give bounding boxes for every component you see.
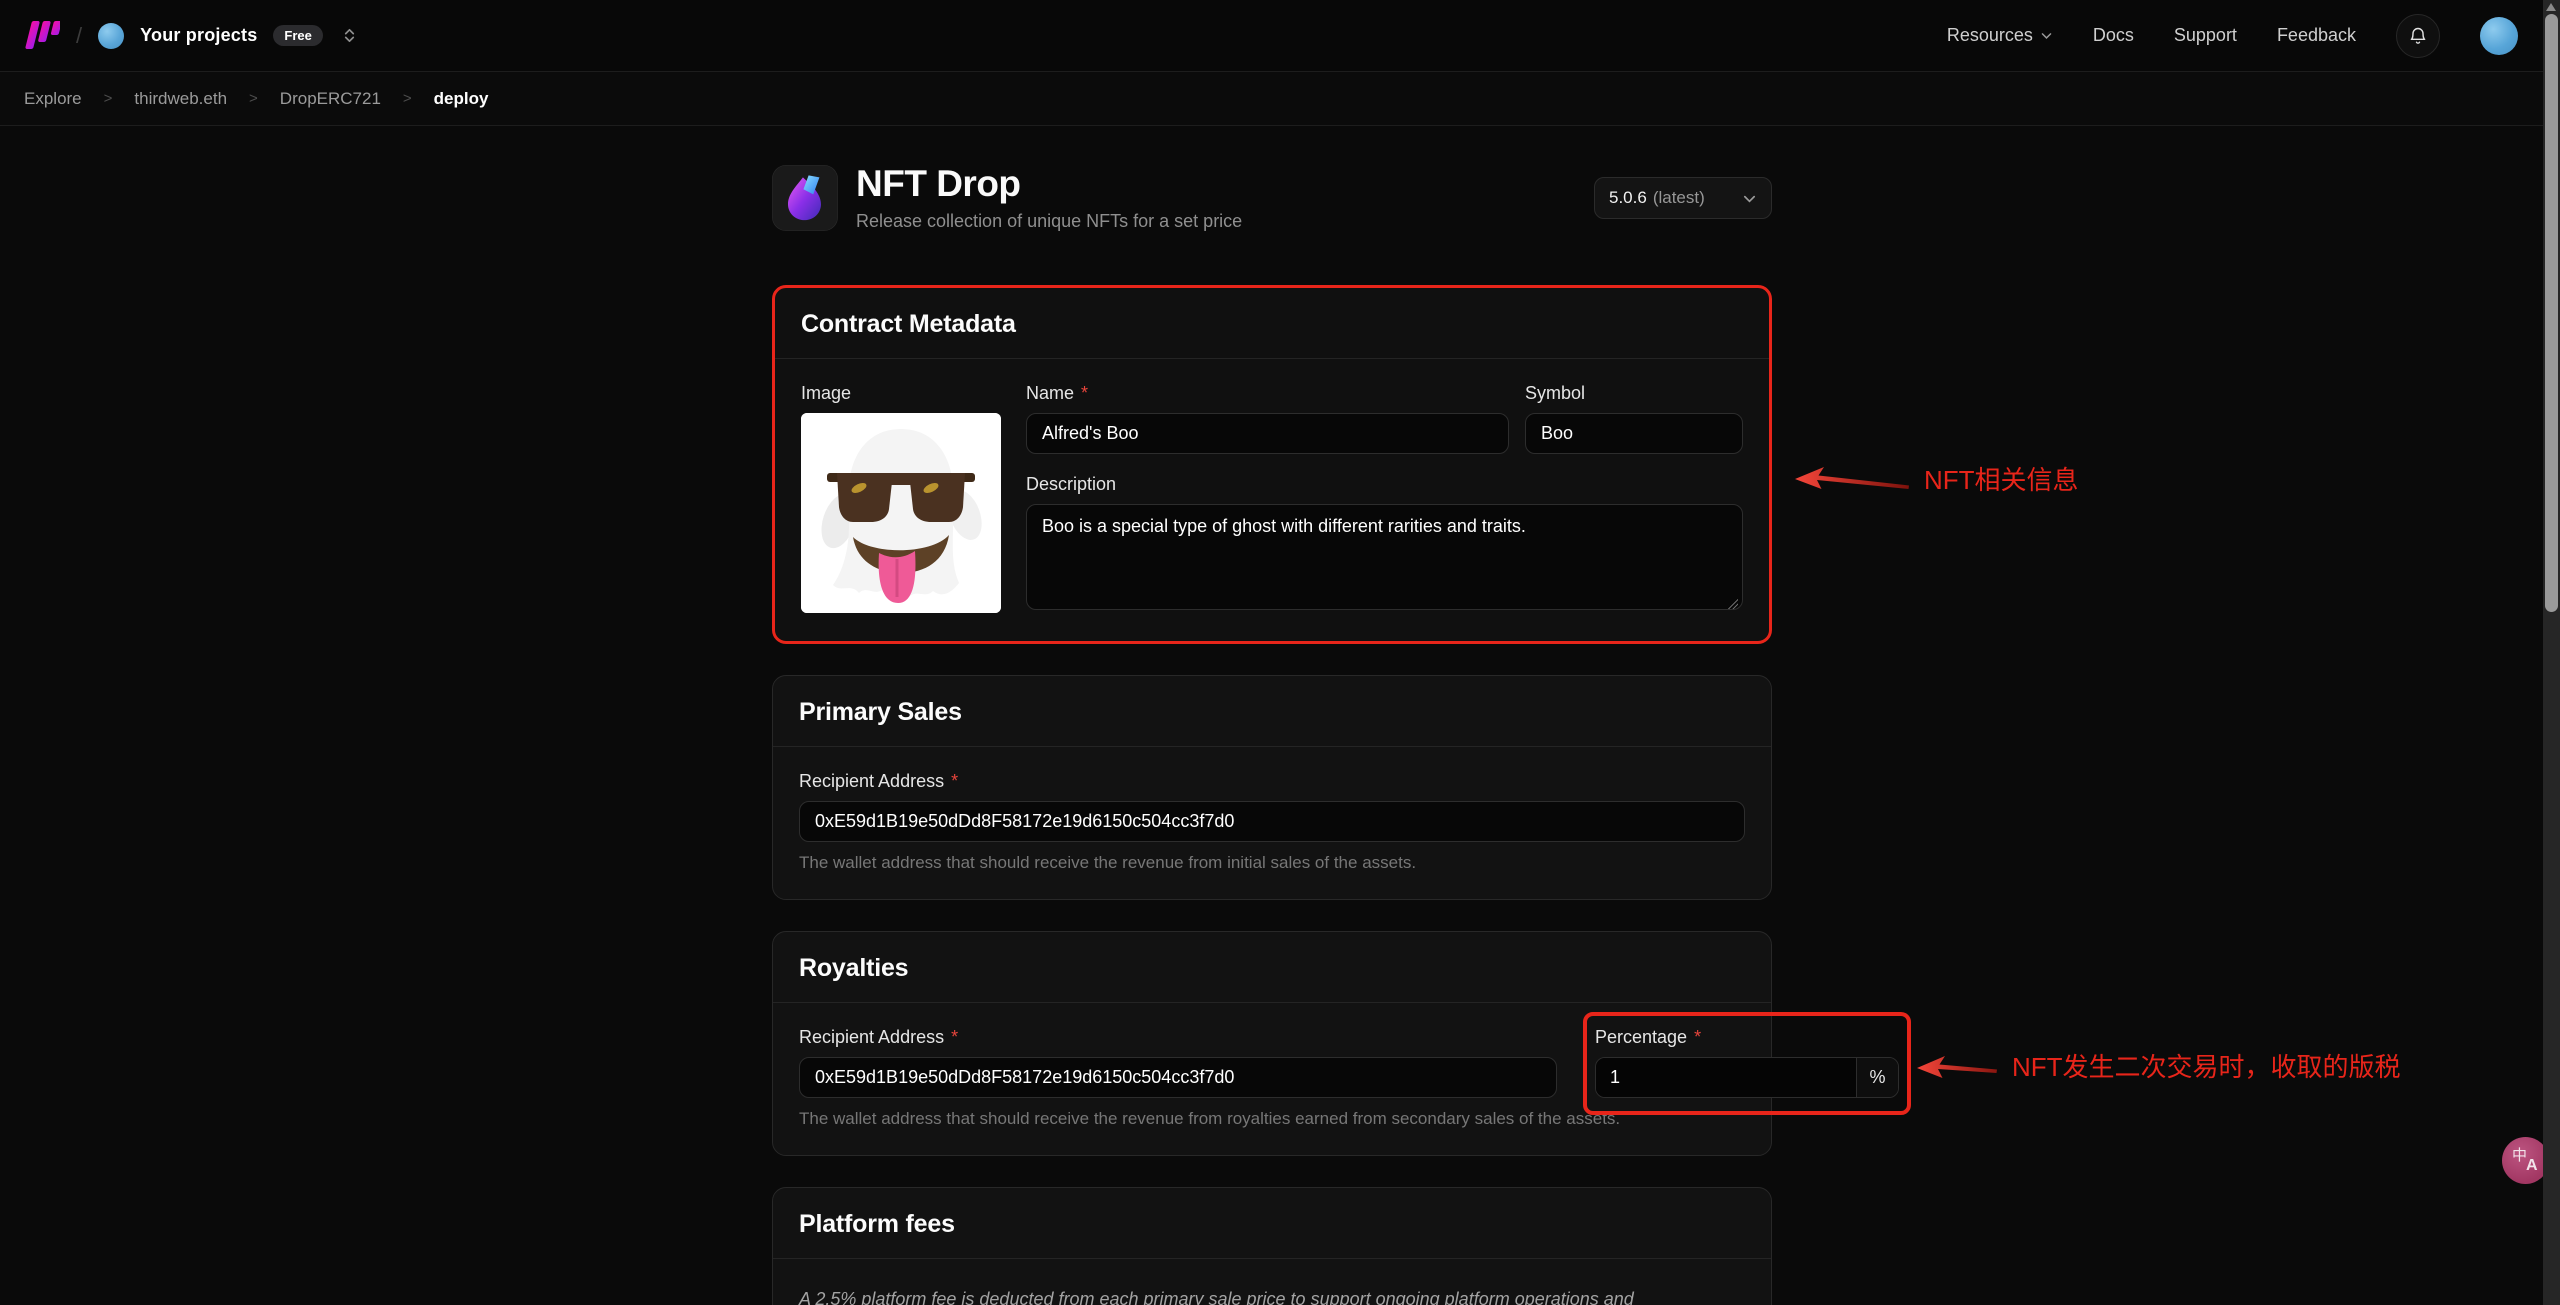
helper-text: The wallet address that should receive t… — [799, 1109, 1745, 1129]
ghost-image — [801, 413, 1001, 613]
section-title: Platform fees — [799, 1210, 1745, 1239]
section-title: Primary Sales — [799, 698, 1745, 727]
royalties-card: Royalties Recipient Address * Percentage… — [772, 931, 1772, 1156]
nav-docs[interactable]: Docs — [2093, 25, 2134, 46]
user-avatar[interactable] — [2480, 17, 2518, 55]
required-marker: * — [951, 771, 958, 792]
annotation-royalty: NFT发生二次交易时，收取的版税 — [1915, 1047, 2401, 1084]
name-label: Name — [1026, 383, 1074, 404]
annotation-arrow-icon — [1793, 462, 1911, 496]
royalty-recipient-input[interactable] — [799, 1057, 1557, 1098]
nav-support[interactable]: Support — [2174, 25, 2237, 46]
translate-icon: 中 — [2512, 1144, 2527, 1165]
nav-separator: / — [76, 23, 82, 49]
nav-resources-label: Resources — [1947, 25, 2033, 46]
team-name[interactable]: Your projects — [140, 25, 257, 46]
breadcrumb-contract[interactable]: DropERC721 — [280, 89, 381, 109]
top-navbar: / Your projects Free Resources Docs Supp… — [0, 0, 2560, 72]
nav-feedback[interactable]: Feedback — [2277, 25, 2356, 46]
platform-fees-card: Platform fees A 2.5% platform fee is ded… — [772, 1187, 1772, 1305]
recipient-label: Recipient Address — [799, 771, 944, 792]
main-content: NFT Drop Release collection of unique NF… — [772, 126, 1772, 1305]
name-input[interactable] — [1026, 413, 1509, 454]
percentage-input[interactable] — [1596, 1058, 1856, 1097]
thirdweb-logo-icon[interactable] — [24, 21, 60, 50]
primary-sales-card: Primary Sales Recipient Address * The wa… — [772, 675, 1772, 900]
version-suffix: (latest) — [1653, 188, 1705, 208]
plan-badge[interactable]: Free — [273, 25, 322, 46]
helper-text: The wallet address that should receive t… — [799, 853, 1745, 873]
notifications-button[interactable] — [2396, 14, 2440, 58]
platform-fee-text: A 2.5% platform fee is deducted from eac… — [799, 1289, 1634, 1305]
breadcrumb-separator: > — [249, 90, 258, 107]
bell-icon — [2408, 26, 2428, 46]
version-dropdown[interactable]: 5.0.6 (latest) — [1594, 177, 1772, 219]
page-header: NFT Drop Release collection of unique NF… — [772, 164, 1772, 232]
section-title: Royalties — [799, 954, 1745, 983]
breadcrumb: Explore > thirdweb.eth > DropERC721 > de… — [0, 72, 2560, 126]
required-marker: * — [1694, 1027, 1701, 1048]
annotation-text: NFT相关信息 — [1924, 460, 2079, 497]
breadcrumb-explore[interactable]: Explore — [24, 89, 82, 109]
symbol-input[interactable] — [1525, 413, 1743, 454]
chevron-down-icon — [2040, 29, 2053, 42]
description-label: Description — [1026, 474, 1116, 495]
annotation-text: NFT发生二次交易时，收取的版税 — [2012, 1047, 2401, 1084]
contract-metadata-card: Contract Metadata Image — [772, 285, 1772, 644]
nft-drop-icon — [772, 165, 838, 231]
scrollbar-thumb[interactable] — [2545, 14, 2558, 612]
contract-image-upload[interactable] — [801, 413, 1001, 613]
team-avatar[interactable] — [98, 23, 124, 49]
recipient-label: Recipient Address — [799, 1027, 944, 1048]
percent-suffix: % — [1856, 1058, 1898, 1097]
chevron-down-icon — [1742, 191, 1757, 206]
page-title: NFT Drop — [856, 164, 1242, 204]
annotation-metadata: NFT相关信息 — [1793, 460, 2079, 497]
breadcrumb-publisher[interactable]: thirdweb.eth — [134, 89, 227, 109]
required-marker: * — [951, 1027, 958, 1048]
team-switcher-icon[interactable] — [341, 27, 358, 44]
version-value: 5.0.6 — [1609, 188, 1647, 208]
percentage-label: Percentage — [1595, 1027, 1687, 1048]
annotation-arrow-icon — [1915, 1050, 1999, 1082]
breadcrumb-current: deploy — [434, 89, 489, 109]
required-marker: * — [1081, 383, 1088, 404]
image-label: Image — [801, 383, 851, 404]
breadcrumb-separator: > — [104, 90, 113, 107]
page-subtitle: Release collection of unique NFTs for a … — [856, 211, 1242, 232]
scrollbar-track[interactable] — [2543, 0, 2560, 1305]
description-textarea[interactable]: Boo is a special type of ghost with diff… — [1026, 504, 1743, 610]
section-title: Contract Metadata — [801, 310, 1743, 339]
translate-floating-button[interactable]: 中 A — [2502, 1137, 2549, 1184]
primary-recipient-input[interactable] — [799, 801, 1745, 842]
breadcrumb-separator: > — [403, 90, 412, 107]
nav-resources[interactable]: Resources — [1947, 25, 2053, 46]
symbol-label: Symbol — [1525, 383, 1585, 404]
scroll-up-icon[interactable] — [2546, 3, 2556, 11]
translate-icon: A — [2526, 1157, 2538, 1175]
